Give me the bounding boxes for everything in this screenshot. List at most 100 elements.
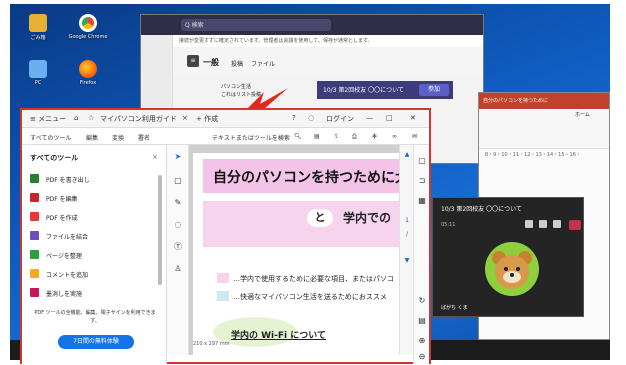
help-icon[interactable]: ? [292, 114, 296, 122]
new-tab-button[interactable]: + 作成 [196, 114, 218, 124]
panel-title: すべてのツール [30, 154, 79, 162]
share-icon[interactable] [553, 220, 561, 228]
notification-icon[interactable]: ◌ [308, 114, 314, 122]
panel-scrollbar[interactable] [158, 175, 162, 285]
minimize-icon[interactable]: — [366, 114, 373, 122]
teams-channel-avatar: ≡ [187, 55, 199, 67]
doc-line: …快適なマイパソコン生活を送るためにおススメ [233, 293, 387, 301]
zoom-out-icon[interactable]: ⊖ [416, 351, 428, 363]
edit-pdf-icon [30, 193, 39, 202]
desktop-icon-chrome[interactable]: Google Chrome [68, 14, 108, 40]
link-icon[interactable]: ∞ [392, 133, 397, 140]
bookmark-icon[interactable]: ⊐ [416, 175, 428, 187]
acrobat-window[interactable]: ≡ メニュー ⌂ ☆ マイパソコン利用ガイド × + 作成 ? ◌ ログイン —… [20, 108, 431, 364]
tool-redact[interactable]: 墨消しを実施 [30, 287, 155, 301]
close-icon[interactable]: ✕ [410, 114, 416, 122]
mic-icon[interactable] [539, 220, 547, 228]
page-divider: / [405, 231, 409, 238]
acrobat-menu-button[interactable]: ≡ メニュー [30, 114, 66, 124]
tool-combine-files[interactable]: ファイルを結合 [30, 230, 155, 244]
document-scrollbar[interactable]: ▲ 1 / ▼ [399, 145, 413, 355]
tool-create-pdf[interactable]: PDF を作成 [30, 211, 155, 225]
mail-icon[interactable]: ✉ [412, 133, 417, 140]
scroll-up-icon[interactable]: ▲ [401, 149, 413, 161]
powerpoint-title-bar: 自分のパソコンを持つために [479, 93, 609, 109]
home-icon[interactable]: ⌂ [74, 114, 78, 122]
sign-menu[interactable]: 署名 [138, 133, 150, 142]
ai-icon[interactable]: ✻ [372, 133, 377, 140]
convert-menu[interactable]: 変換 [112, 133, 124, 142]
doc-and-label: と [307, 209, 333, 227]
comment-tool-icon[interactable]: ▢ [172, 175, 184, 187]
teams-join-button[interactable]: 参加 [419, 84, 449, 96]
zoom-in-icon[interactable]: ⊕ [416, 335, 428, 347]
doc-heading: 自分のパソコンを持つために大切 [213, 170, 399, 186]
powerpoint-tab-home[interactable]: ホーム [575, 111, 590, 118]
comment-panel-icon[interactable]: ▢ [416, 155, 428, 167]
pen-icon[interactable]: ✎ [172, 197, 184, 209]
desktop-icon-label: ごみ箱 [30, 35, 46, 41]
participant-avatar [485, 242, 539, 296]
star-icon[interactable]: ☆ [88, 114, 94, 122]
page-thumbnail-icon[interactable]: ▤ [416, 315, 428, 327]
teams-search-input[interactable]: Q 検索 [181, 19, 331, 31]
select-cursor-icon[interactable]: ➤ [172, 151, 184, 163]
all-tools-panel: すべてのツール × PDF を書き出し PDF を編集 PDF を作成 ファイル… [22, 145, 167, 364]
tool-label: PDF を編集 [46, 196, 78, 203]
document-viewer[interactable]: 自分のパソコンを持つために大切 と 学内での …学内で使用するために必要な項目、… [189, 145, 399, 355]
doc-subheading: 学内での [343, 211, 392, 225]
desktop-icon-label: Firefox [79, 80, 97, 86]
tool-add-comment[interactable]: コメントを追加 [30, 268, 155, 282]
page-size-label: 210 x 297 mm [193, 341, 230, 347]
desktop-icon-firefox[interactable]: Firefox [68, 60, 108, 86]
tool-search[interactable]: テキストまたはツールを検索 [212, 133, 290, 142]
desktop-icon-pc[interactable]: PC [18, 60, 58, 86]
chrome-icon [79, 14, 97, 32]
desktop-icon-recycle-bin[interactable]: ごみ箱 [18, 14, 58, 41]
desktop-icon-label: PC [34, 80, 42, 86]
close-panel-icon[interactable]: × [152, 153, 158, 161]
grid-icon[interactable]: ▦ [416, 195, 428, 207]
camera-icon[interactable] [525, 220, 533, 228]
all-tools-menu[interactable]: すべてのツール [30, 133, 71, 142]
edit-menu[interactable]: 編集 [86, 133, 98, 142]
tool-organize-pages[interactable]: ページを整理 [30, 249, 155, 263]
tool-label: PDF を作成 [46, 215, 78, 222]
stamp-icon[interactable]: ♙ [172, 263, 184, 275]
scroll-down-icon[interactable]: ▼ [401, 255, 413, 267]
text-box-icon[interactable]: Ⓣ [172, 241, 184, 253]
teams-tab-posts[interactable]: 投稿 [231, 59, 243, 68]
teams-channel-name: 一般 [203, 58, 219, 67]
print-icon[interactable]: ⎙ [352, 133, 357, 141]
tool-label: ファイルを結合 [46, 234, 89, 241]
tool-label: PDF を書き出し [46, 177, 90, 184]
teams-tab-files[interactable]: ファイル [251, 59, 275, 68]
login-button[interactable]: ログイン [326, 114, 354, 124]
rotate-icon[interactable]: ↻ [416, 295, 428, 307]
participant-name: ばがち くま [441, 305, 468, 311]
pc-icon [29, 60, 47, 78]
quick-tools-bar: ➤ ▢ ✎ ◌ Ⓣ ♙ [167, 145, 189, 355]
share-icon[interactable]: ⇪ [334, 133, 339, 140]
lasso-icon[interactable]: ◌ [172, 219, 184, 231]
wifi-section-title: 学内の Wi-Fi について [231, 331, 326, 341]
page-number: 1 [405, 217, 409, 224]
search-icon[interactable]: 🔍︎ [294, 133, 302, 140]
panel-footer-text: PDF ツールの全機能、編集、電子サインを利用できます。 [34, 310, 156, 324]
save-icon[interactable]: ▤ [314, 133, 320, 140]
document-tab[interactable]: マイパソコン利用ガイド [100, 114, 177, 124]
export-pdf-icon [30, 174, 39, 183]
combine-files-icon [30, 231, 39, 240]
teams-call-window[interactable]: 10/3 第2回校友 〇〇について 05:11 ばがち くま [432, 197, 584, 317]
call-timer: 05:11 [441, 222, 456, 228]
create-pdf-icon [30, 212, 39, 221]
hang-up-button[interactable] [569, 220, 581, 230]
tool-edit-pdf[interactable]: PDF を編集 [30, 192, 155, 206]
free-trial-button[interactable]: 7日間の無料体験 [58, 335, 134, 349]
maximize-icon[interactable]: □ [386, 114, 393, 122]
tool-label: ページを整理 [46, 253, 82, 260]
close-tab-icon[interactable]: × [182, 114, 188, 122]
recycle-bin-icon [29, 14, 47, 32]
call-title: 10/3 第2回校友 〇〇について [441, 206, 522, 213]
tool-export-pdf[interactable]: PDF を書き出し [30, 173, 155, 187]
